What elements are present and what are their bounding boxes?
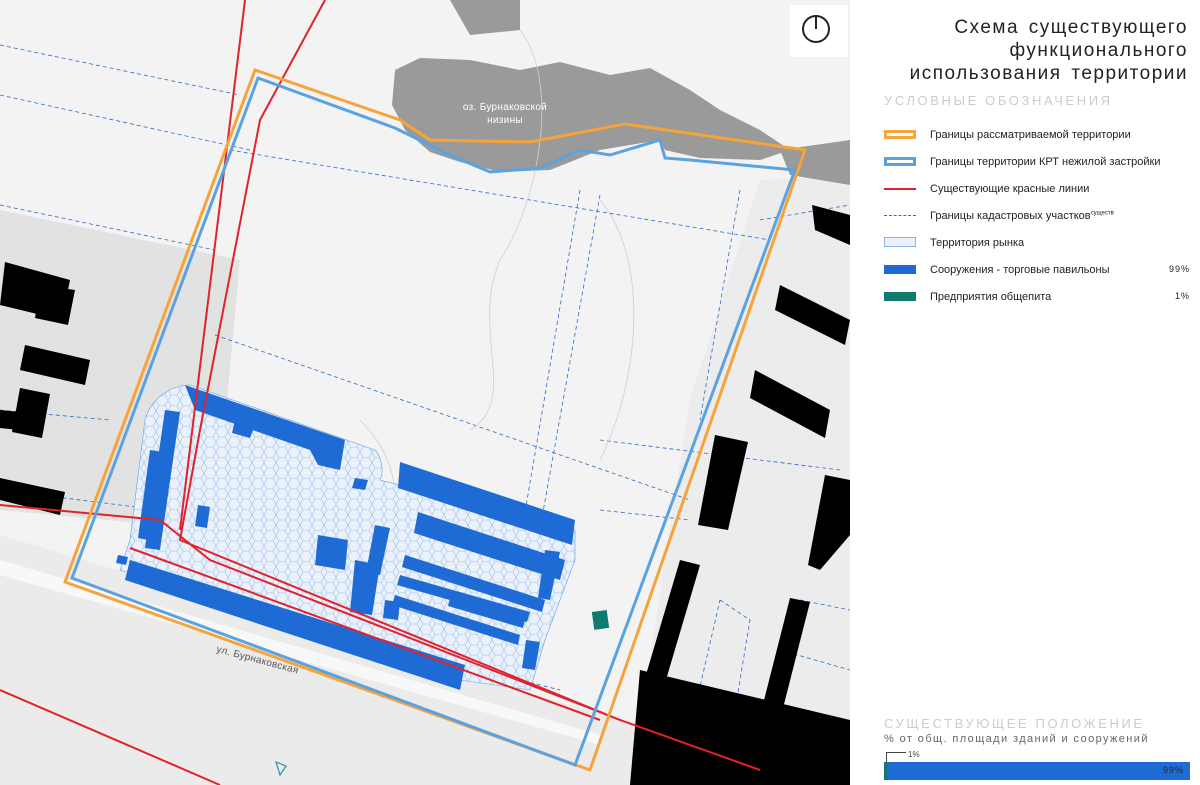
share-bar: 99% xyxy=(884,762,1190,780)
pavilion-swatch xyxy=(884,265,916,274)
lake-label-line2: низины xyxy=(487,115,523,126)
pavilion-bar-segment: 99% xyxy=(887,762,1190,780)
food-percent: 1% xyxy=(1174,291,1190,301)
pavilion-bar-label: 99% xyxy=(1162,765,1184,775)
red-line-swatch xyxy=(884,188,916,190)
lake-label: оз. Бурнаковской низины xyxy=(425,101,585,127)
status-heading: СУЩЕСТВУЮЩЕЕ ПОЛОЖЕНИЕ xyxy=(884,716,1145,731)
legend-label: Сооружения - торговые павильоны xyxy=(930,264,1110,276)
food-enterprise xyxy=(591,609,610,630)
legend-item-market: Территория рынка xyxy=(884,232,1194,259)
status-subtitle: % от общ. площади зданий и сооружений xyxy=(884,733,1149,745)
legend-item-krt-boundary: Границы территории КРТ нежилой застройки xyxy=(884,151,1194,178)
krt-boundary-swatch xyxy=(884,157,916,166)
legend-label: Границы территории КРТ нежилой застройки xyxy=(930,156,1161,168)
legend-label: Границы рассматриваемой территории xyxy=(930,129,1131,141)
food-swatch xyxy=(884,292,916,301)
legend-item-food: Предприятия общепита 1% xyxy=(884,286,1194,313)
legend-label: Предприятия общепита xyxy=(930,291,1052,303)
legend: Границы рассматриваемой территории Грани… xyxy=(884,124,1194,313)
cadastral-superscript: существ xyxy=(1090,210,1114,217)
lake-label-line1: оз. Бурнаковской xyxy=(462,102,548,113)
cadastral-label: Границы кадастровых участков xyxy=(930,210,1091,222)
market-swatch xyxy=(884,237,916,247)
page-title: Схема существующего функционального испо… xyxy=(858,16,1188,85)
cadastral-swatch xyxy=(884,215,916,216)
legend-item-cadastral: Границы кадастровых участковсуществ xyxy=(884,205,1194,232)
legend-label: Существующие красные линии xyxy=(930,183,1090,195)
legend-heading: УСЛОВНЫЕ ОБОЗНАЧЕНИЯ xyxy=(884,93,1113,108)
title-line-2: функционального xyxy=(1009,40,1188,61)
legend-item-pavilions: Сооружения - торговые павильоны 99% xyxy=(884,259,1194,286)
title-line-1: Схема существующего xyxy=(954,17,1188,38)
bar-leader-line xyxy=(886,752,906,762)
site-map[interactable]: оз. Бурнаковской низины ул. Бурнаковская xyxy=(0,0,850,785)
legend-label: Территория рынка xyxy=(930,237,1025,249)
food-bar-label: 1% xyxy=(908,750,920,759)
compass-needle xyxy=(815,15,817,29)
legend-item-study-boundary: Границы рассматриваемой территории xyxy=(884,124,1194,151)
title-line-3: использования территории xyxy=(909,63,1188,84)
legend-item-red-lines: Существующие красные линии xyxy=(884,178,1194,205)
north-arrow-icon xyxy=(790,5,848,57)
pavilion-percent: 99% xyxy=(1168,264,1190,274)
study-boundary-swatch xyxy=(884,130,916,139)
legend-label: Границы кадастровых участковсуществ xyxy=(930,210,1114,222)
